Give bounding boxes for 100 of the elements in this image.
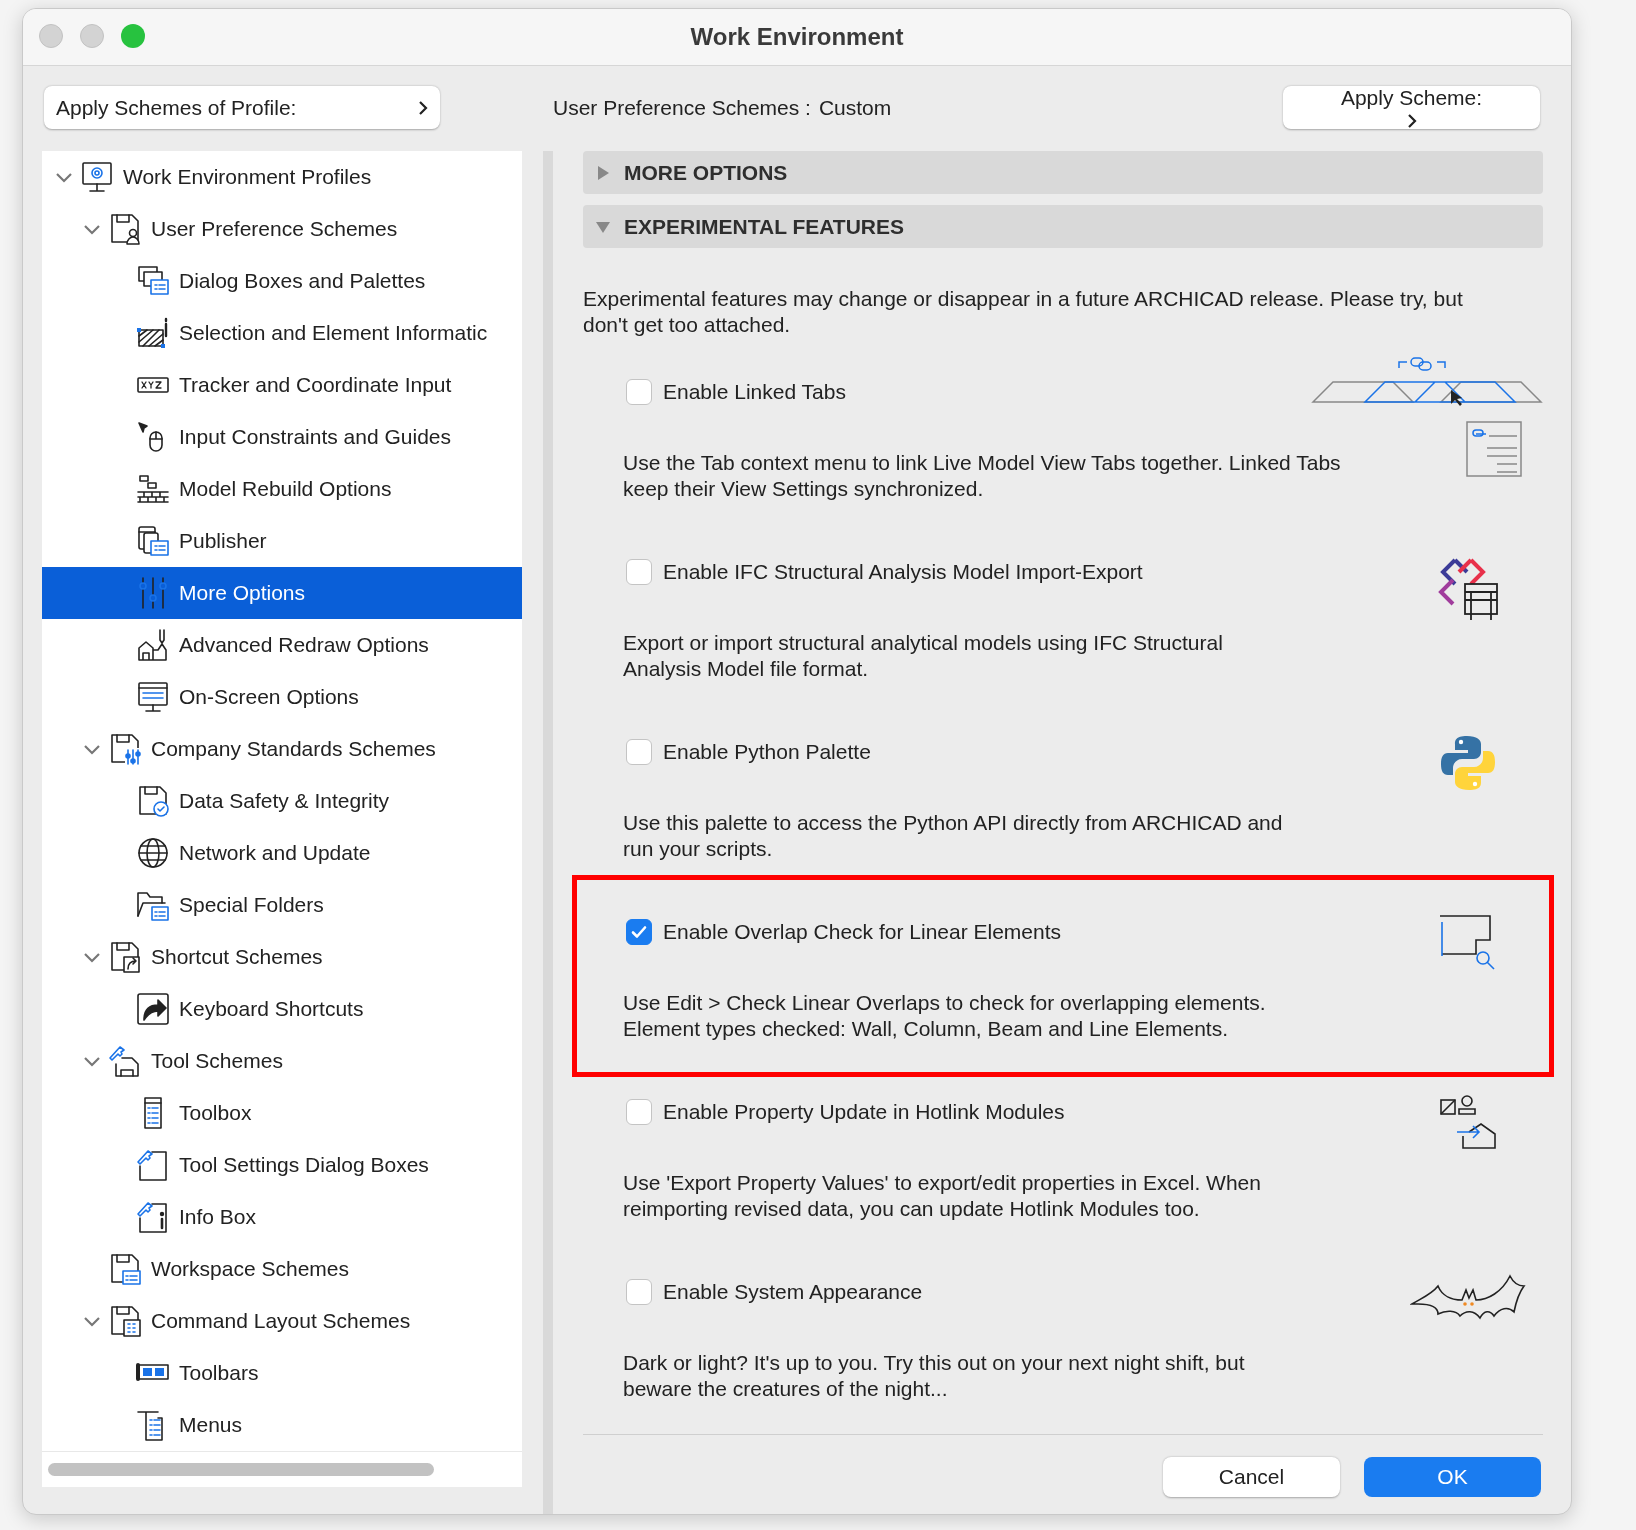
- feature-description: Use the Tab context menu to link Live Model View Tabs together. Linked Tabs keep their View Settings synchronized.: [623, 450, 1342, 502]
- floppy-disk-list-icon: [108, 1252, 142, 1286]
- tree-item[interactable]: Model Rebuild Options: [42, 463, 522, 515]
- tree-label: Keyboard Shortcuts: [179, 997, 364, 1021]
- checkbox[interactable]: [626, 1279, 652, 1305]
- feature-description: Use this palette to access the Python API directly from ARCHICAD and run your scripts.: [623, 810, 1284, 862]
- tree-item[interactable]: Menus: [42, 1399, 522, 1451]
- checkbox[interactable]: [626, 1099, 652, 1125]
- chevron-icon[interactable]: [83, 1055, 101, 1067]
- tree-label: Selection and Element Informatic: [179, 321, 488, 345]
- hammer-info-icon: [136, 1200, 170, 1234]
- feature-title: Enable System Appearance: [663, 1280, 923, 1304]
- close-button[interactable]: [39, 24, 63, 48]
- apply-scheme-button[interactable]: Apply Scheme:: [1283, 86, 1540, 129]
- checkbox[interactable]: [626, 559, 652, 585]
- scheme-label: User Preference Schemes :: [553, 95, 811, 120]
- window-title: Work Environment: [690, 23, 904, 51]
- tree-label: Tool Schemes: [151, 1049, 283, 1073]
- feature-description: Use Edit > Check Linear Overlaps to check for overlapping elements. Element types checked: Wall, Column, Beam and Line Elements.: [623, 990, 1267, 1042]
- tree-item[interactable]: More Options: [42, 567, 522, 619]
- splitter[interactable]: [543, 151, 553, 1514]
- tree-item[interactable]: Command Layout Schemes: [42, 1295, 522, 1347]
- feature-title: Enable Python Palette: [663, 740, 871, 764]
- tree-item[interactable]: Tool Settings Dialog Boxes: [42, 1139, 522, 1191]
- tree-item[interactable]: User Preference Schemes: [42, 203, 522, 255]
- hammer-window-icon: [136, 1148, 170, 1182]
- zoom-button[interactable]: [121, 24, 145, 48]
- tree-item[interactable]: Advanced Redraw Options: [42, 619, 522, 671]
- tree-item[interactable]: Special Folders: [42, 879, 522, 931]
- minimize-button[interactable]: [80, 24, 104, 48]
- tree-item[interactable]: Info Box: [42, 1191, 522, 1243]
- tree-label: User Preference Schemes: [151, 217, 398, 241]
- intro-text: Experimental features may change or disappear in a future ARCHICAD release. Please try, but don't get too attached.: [583, 286, 1464, 338]
- floppy-disk-sliders-icon: [108, 732, 142, 766]
- globe-icon: [136, 836, 170, 870]
- house-pen-icon: [136, 628, 170, 662]
- cancel-button[interactable]: Cancel: [1163, 1457, 1340, 1497]
- section-header[interactable]: MORE OPTIONS: [583, 151, 1543, 194]
- tree-item[interactable]: Input Constraints and Guides: [42, 411, 522, 463]
- tree-label: Data Safety & Integrity: [179, 789, 390, 813]
- apply-profile-button[interactable]: Apply Schemes of Profile:: [44, 86, 440, 129]
- tree-label: On-Screen Options: [179, 685, 359, 709]
- tree-item[interactable]: Shortcut Schemes: [42, 931, 522, 983]
- tree-item[interactable]: Workspace Schemes: [42, 1243, 522, 1295]
- feature-title: Enable Property Update in Hotlink Modules: [663, 1100, 1065, 1124]
- feature-description: Export or import structural analytical models using IFC Structural Analysis Model file format.: [623, 630, 1224, 682]
- chevron-icon[interactable]: [83, 223, 101, 235]
- hatched-selection-icon: [136, 316, 170, 350]
- tree-label: Command Layout Schemes: [151, 1309, 411, 1333]
- monitor-icon: [136, 680, 170, 714]
- tree-item[interactable]: Company Standards Schemes: [42, 723, 522, 775]
- tree-label: Special Folders: [179, 893, 324, 917]
- feature-title: Enable Overlap Check for Linear Elements: [663, 920, 1062, 944]
- feature-title: Enable IFC Structural Analysis Model Import-Export: [663, 560, 1143, 584]
- floppy-disk-check-icon: [136, 784, 170, 818]
- scheme-value: Custom: [818, 95, 892, 120]
- bricks-icon: [136, 472, 170, 506]
- tree-label: Shortcut Schemes: [151, 945, 323, 969]
- tree-label: Company Standards Schemes: [151, 737, 436, 761]
- feature-description: Use 'Export Property Values' to export/edit properties in Excel. When reimporting revised data, you can update Hotlink Modules too.: [623, 1170, 1262, 1222]
- ok-button[interactable]: OK: [1364, 1457, 1541, 1497]
- tree-label: Publisher: [179, 529, 267, 553]
- section-header[interactable]: EXPERIMENTAL FEATURES: [583, 205, 1543, 248]
- tree-item[interactable]: Work Environment Profiles: [42, 151, 522, 203]
- tree-label: Tracker and Coordinate Input: [179, 373, 452, 397]
- tree-label: Network and Update: [179, 841, 371, 865]
- chevron-icon[interactable]: [55, 171, 73, 183]
- checkbox[interactable]: [626, 739, 652, 765]
- tree-item[interactable]: On-Screen Options: [42, 671, 522, 723]
- monitor-gear-icon: [80, 160, 114, 194]
- floppy-disk-person-icon: [108, 212, 142, 246]
- hammer-floppy-disk-icon: [108, 1044, 142, 1078]
- sliders-icon: [136, 576, 170, 610]
- tree-label: Toolbox: [179, 1101, 252, 1125]
- tree-label: Model Rebuild Options: [179, 477, 392, 501]
- section-title: MORE OPTIONS: [624, 160, 788, 185]
- tree-item[interactable]: Toolbars: [42, 1347, 522, 1399]
- documents-list-icon: [136, 524, 170, 558]
- tree-item[interactable]: Network and Update: [42, 827, 522, 879]
- tree-label: Workspace Schemes: [151, 1257, 350, 1281]
- scrollbar-thumb[interactable]: [48, 1463, 434, 1476]
- tree-item[interactable]: Publisher: [42, 515, 522, 567]
- tree-label: Info Box: [179, 1205, 257, 1229]
- tree-item[interactable]: Keyboard Shortcuts: [42, 983, 522, 1035]
- checkbox[interactable]: [626, 919, 652, 945]
- tree-item[interactable]: Selection and Element Informatic: [42, 307, 522, 359]
- tree-label: Toolbars: [179, 1361, 259, 1385]
- tree-label: Menus: [179, 1413, 243, 1437]
- tree-item[interactable]: Data Safety & Integrity: [42, 775, 522, 827]
- checkbox[interactable]: [626, 379, 652, 405]
- tree-item[interactable]: Tracker and Coordinate Input: [42, 359, 522, 411]
- tree-item[interactable]: Dialog Boxes and Palettes: [42, 255, 522, 307]
- chevron-icon[interactable]: [83, 951, 101, 963]
- tree-item[interactable]: Tool Schemes: [42, 1035, 522, 1087]
- chevron-icon[interactable]: [83, 743, 101, 755]
- chevron-icon[interactable]: [83, 1315, 101, 1327]
- feature-description: Dark or light? It's up to you. Try this out on your next night shift, but beware the creatures of the night...: [623, 1350, 1246, 1402]
- tree-item[interactable]: Toolbox: [42, 1087, 522, 1139]
- snake-logo-icon: [1440, 734, 1496, 792]
- tree-label: Dialog Boxes and Palettes: [179, 269, 426, 293]
